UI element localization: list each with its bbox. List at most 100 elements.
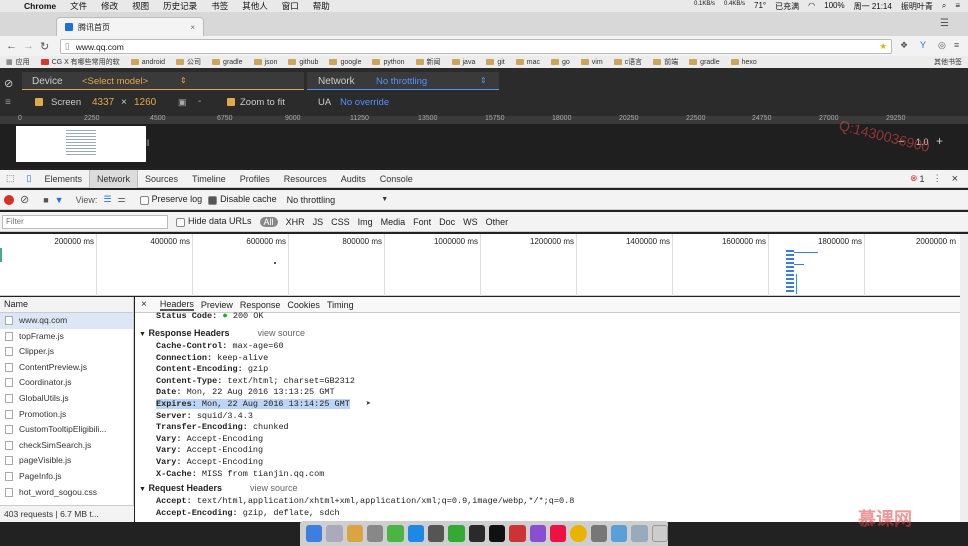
view-source-link[interactable]: view source	[250, 483, 298, 493]
menu-edit[interactable]: 修改	[101, 0, 118, 12]
preserve-log-checkbox[interactable]	[139, 195, 149, 205]
type-filter-other[interactable]: Other	[486, 217, 509, 227]
type-filter-xhr[interactable]: XHR	[286, 217, 305, 227]
request-row[interactable]: Clipper.js	[0, 344, 133, 360]
messages-icon[interactable]	[387, 525, 404, 542]
screen-height-input[interactable]: 1260	[134, 97, 156, 108]
extension-icon[interactable]: ❖	[900, 40, 908, 51]
menu-app-name[interactable]: Chrome	[24, 1, 56, 11]
address-bar[interactable]: ▯ www.qq.com ★	[60, 39, 892, 54]
name-column-header[interactable]: Name	[0, 297, 133, 313]
tab-timeline[interactable]: Timeline	[185, 170, 233, 188]
close-detail-icon[interactable]: ×	[141, 299, 147, 310]
tab-preview[interactable]: Preview	[201, 300, 233, 310]
bookmark-folder[interactable]: 公司	[176, 57, 201, 67]
bookmark-folder[interactable]: 前端	[653, 57, 678, 67]
bookmark-other[interactable]: 其他书签	[934, 57, 962, 67]
view-source-link[interactable]: view source	[258, 328, 306, 338]
bookmark-folder[interactable]: go	[550, 59, 570, 66]
chevron-down-icon[interactable]: ▼	[381, 196, 388, 203]
emulated-viewport[interactable]: ‖ − 1.0 +	[0, 124, 968, 168]
clear-icon[interactable]: ⊘	[20, 193, 29, 206]
inspect-icon[interactable]: ⬚	[0, 173, 21, 184]
request-row[interactable]: topFrame.js	[0, 329, 133, 345]
extension-y-icon[interactable]: Y	[920, 40, 926, 50]
files-icon[interactable]	[366, 525, 384, 542]
bookmark-folder[interactable]: c语言	[613, 57, 642, 67]
device-select-arrow-icon[interactable]: ⇕	[180, 76, 187, 85]
tab-cookies[interactable]: Cookies	[287, 300, 320, 310]
launchpad-icon[interactable]	[326, 525, 343, 542]
overview-icon[interactable]: ⚌	[118, 194, 126, 205]
bookmark-item[interactable]: CG X 有哪些常用的软	[40, 57, 120, 67]
downloads-icon[interactable]	[631, 525, 648, 542]
bookmark-folder[interactable]: mac	[515, 59, 540, 66]
bookmark-folder[interactable]: json	[253, 59, 277, 66]
capture-screenshots-icon[interactable]: ■	[43, 195, 48, 205]
error-icon[interactable]: ⊗	[910, 173, 918, 184]
screen-swap-icon[interactable]: ▣	[178, 97, 187, 108]
bookmark-folder[interactable]: 新闻	[415, 57, 441, 67]
menu-help[interactable]: 帮助	[313, 0, 330, 12]
back-icon[interactable]: ←	[6, 40, 17, 52]
request-row[interactable]: PageInfo.js	[0, 469, 133, 485]
clock[interactable]: 周一 21:14	[854, 1, 892, 12]
network-throttle-select[interactable]: No throttling	[376, 76, 427, 87]
tab-console[interactable]: Console	[373, 170, 420, 188]
menu-people[interactable]: 其他人	[242, 0, 268, 12]
device-model-select[interactable]: <Select model>	[82, 76, 148, 87]
request-row[interactable]: pageVisible.js	[0, 453, 133, 469]
large-rows-icon[interactable]: ☰	[103, 194, 111, 205]
menu-file[interactable]: 文件	[70, 0, 87, 12]
resize-handle-icon[interactable]: ‖	[146, 138, 150, 148]
tab-network[interactable]: Network	[89, 169, 139, 188]
type-filter-all[interactable]: All	[259, 216, 278, 227]
battery-status[interactable]: 已充满	[775, 1, 799, 12]
tab-resources[interactable]: Resources	[277, 170, 334, 188]
request-row[interactable]: GlobalUtils.js	[0, 391, 133, 407]
bookmark-folder[interactable]: github	[288, 59, 318, 66]
no-entry-icon[interactable]: ⊘	[4, 77, 13, 90]
type-filter-img[interactable]: Img	[358, 217, 373, 227]
list-icon[interactable]: ≡	[955, 1, 960, 12]
disable-cache-checkbox[interactable]	[208, 195, 218, 205]
tab-profiles[interactable]: Profiles	[233, 170, 277, 188]
menu-history[interactable]: 历史记录	[163, 0, 197, 12]
bookmark-folder[interactable]: gradle	[689, 59, 720, 66]
wifi-icon[interactable]: ◠	[808, 1, 815, 12]
screen-width-input[interactable]: 4337	[92, 97, 114, 108]
filter-input[interactable]	[2, 214, 168, 229]
intellij-icon[interactable]	[468, 525, 485, 542]
close-tab-icon[interactable]: ×	[190, 23, 195, 32]
request-row[interactable]: Coordinator.js	[0, 375, 133, 391]
search-icon[interactable]: ⌕	[942, 1, 946, 12]
request-row[interactable]: CustomTooltipEligibili...	[0, 422, 133, 438]
filter-icon[interactable]: ▼	[55, 195, 64, 205]
profile-icon[interactable]: ☰	[940, 18, 949, 29]
response-headers-section[interactable]: ▼ Response Headers view source	[135, 328, 960, 341]
type-filter-media[interactable]: Media	[381, 217, 406, 227]
chrome-menu-icon[interactable]: ≡	[954, 40, 959, 50]
bookmark-folder[interactable]: java	[451, 59, 475, 66]
android-icon[interactable]	[448, 525, 465, 542]
device-mode-icon[interactable]: ▯	[21, 173, 38, 184]
type-filter-doc[interactable]: Doc	[439, 217, 455, 227]
bookmark-folder[interactable]: android	[130, 59, 165, 66]
menu-lines-icon[interactable]: ≡	[5, 97, 11, 108]
menu-window[interactable]: 窗口	[282, 0, 299, 12]
finder-icon[interactable]	[306, 525, 323, 542]
ua-override-input[interactable]: No override	[340, 97, 389, 108]
user-name[interactable]: 振明叶青	[901, 1, 933, 12]
editor-icon[interactable]	[529, 525, 546, 542]
type-filter-js[interactable]: JS	[313, 217, 324, 227]
bookmark-star-icon[interactable]: ★	[879, 41, 887, 52]
menu-bookmarks[interactable]: 书签	[211, 0, 228, 12]
tab-sources[interactable]: Sources	[138, 170, 185, 188]
request-row[interactable]: Promotion.js	[0, 407, 133, 423]
hide-data-urls-option[interactable]: Hide data URLs	[176, 216, 252, 227]
tab-elements[interactable]: Elements	[37, 170, 89, 188]
settings-icon[interactable]	[427, 525, 445, 542]
disable-cache-option[interactable]: Disable cache	[208, 194, 277, 205]
throttle-select[interactable]: No throttling	[287, 195, 336, 205]
preserve-log-option[interactable]: Preserve log	[139, 194, 202, 205]
